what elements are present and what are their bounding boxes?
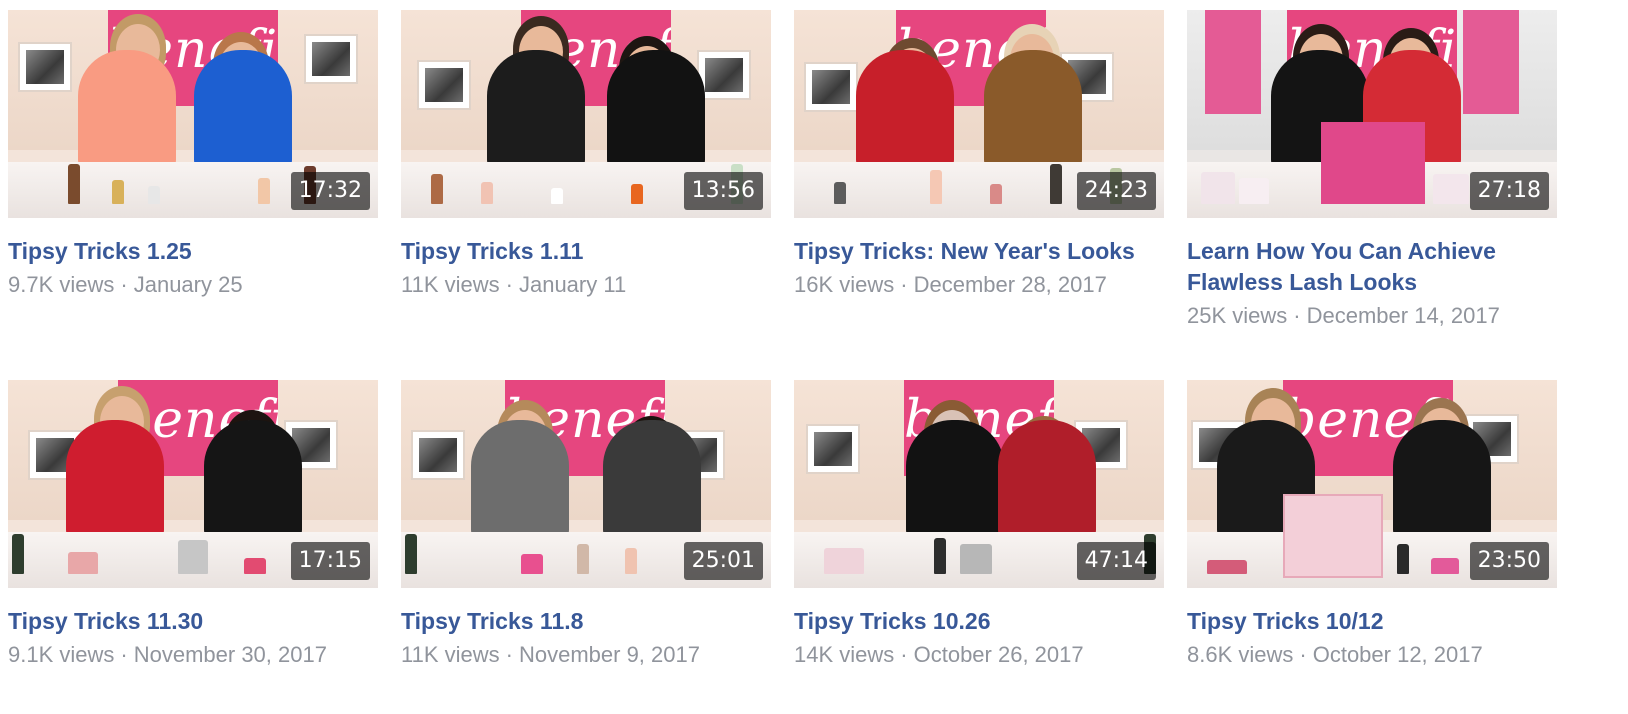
guest-figure <box>603 420 701 540</box>
video-title-link[interactable]: Tipsy Tricks 10/12 <box>1187 606 1557 637</box>
video-grid: benefit 17:32 Tipsy Tricks 1.25 9.7K vie… <box>0 0 1628 714</box>
video-thumbnail[interactable]: benefit 47:14 <box>794 380 1164 588</box>
view-count: 25K views <box>1187 303 1288 328</box>
publish-date: January 11 <box>518 272 627 297</box>
guest-figure <box>194 50 292 170</box>
view-count: 11K views <box>401 272 500 297</box>
guest-figure <box>1393 420 1491 540</box>
host-figure <box>78 50 176 170</box>
publish-date: January 25 <box>133 272 243 297</box>
wall-frame <box>417 60 471 110</box>
video-card[interactable]: benefit 27:18 Learn How You Can Achieve … <box>1187 10 1557 332</box>
video-card[interactable]: benefit 25:01 Tipsy Tricks 11.8 11K view… <box>401 380 771 671</box>
video-title-link[interactable]: Tipsy Tricks: New Year's Looks <box>794 236 1164 267</box>
poster-left <box>1205 10 1261 114</box>
video-thumbnail[interactable]: benefit 25:01 <box>401 380 771 588</box>
view-count: 16K views <box>794 272 895 297</box>
video-card[interactable]: benefit 13:56 Tipsy Tricks 1.11 11K view… <box>401 10 771 301</box>
wall-frame <box>806 424 860 474</box>
view-count: 14K views <box>794 642 895 667</box>
video-card[interactable]: benefit 24:23 Tipsy Tricks: New Year's L… <box>794 10 1164 301</box>
view-count: 11K views <box>401 642 500 667</box>
publish-date: October 12, 2017 <box>1312 642 1483 667</box>
guest-figure <box>998 420 1096 540</box>
guest-figure <box>204 420 302 540</box>
video-card[interactable]: benefit 17:32 Tipsy Tricks 1.25 9.7K vie… <box>8 10 378 301</box>
video-thumbnail[interactable]: benefit 17:15 <box>8 380 378 588</box>
video-thumbnail[interactable]: benefit 13:56 <box>401 10 771 218</box>
view-count: 9.7K views <box>8 272 115 297</box>
video-card[interactable]: benefit 47:14 Tipsy Tricks 10.26 14K vie… <box>794 380 1164 671</box>
meta-separator: · <box>505 272 513 297</box>
video-title-link[interactable]: Tipsy Tricks 11.30 <box>8 606 378 637</box>
host-figure <box>856 50 954 170</box>
host-figure <box>471 420 569 540</box>
wall-frame <box>18 42 72 92</box>
meta-separator: · <box>900 272 908 297</box>
wall-frame <box>411 430 465 480</box>
video-duration: 17:32 <box>290 172 370 210</box>
video-thumbnail[interactable]: benefit 27:18 <box>1187 10 1557 218</box>
video-meta: 11K views · January 11 <box>401 269 771 301</box>
video-title-link[interactable]: Tipsy Tricks 11.8 <box>401 606 771 637</box>
guest-figure <box>984 50 1082 170</box>
video-meta: 14K views · October 26, 2017 <box>794 639 1164 671</box>
video-meta: 25K views · December 14, 2017 <box>1187 300 1557 332</box>
video-card[interactable]: benefit 17:15 Tipsy Tricks 11.30 9.1K vi… <box>8 380 378 671</box>
publish-date: December 28, 2017 <box>913 272 1107 297</box>
video-duration: 27:18 <box>1469 172 1549 210</box>
meta-separator: · <box>1293 303 1301 328</box>
wall-frame <box>804 62 858 112</box>
video-title-link[interactable]: Tipsy Tricks 1.11 <box>401 236 771 267</box>
meta-separator: · <box>120 272 128 297</box>
video-title-link[interactable]: Tipsy Tricks 10.26 <box>794 606 1164 637</box>
poster-right <box>1463 10 1519 114</box>
video-thumbnail[interactable]: benefit 17:32 <box>8 10 378 218</box>
publish-date: November 9, 2017 <box>518 642 700 667</box>
video-thumbnail[interactable]: benefit 24:23 <box>794 10 1164 218</box>
video-title-link[interactable]: Learn How You Can Achieve Flawless Lash … <box>1187 236 1557 298</box>
video-duration: 17:15 <box>290 542 370 580</box>
host-figure <box>906 420 1004 540</box>
host-figure <box>487 50 585 170</box>
meta-separator: · <box>505 642 513 667</box>
wall-frame <box>697 50 751 100</box>
video-duration: 24:23 <box>1076 172 1156 210</box>
guest-figure <box>607 50 705 170</box>
video-duration: 47:14 <box>1076 542 1156 580</box>
video-meta: 9.1K views · November 30, 2017 <box>8 639 378 671</box>
meta-separator: · <box>1299 642 1307 667</box>
video-card[interactable]: benefit 23:50 Tipsy Tricks 10/12 8.6K vi… <box>1187 380 1557 671</box>
video-meta: 11K views · November 9, 2017 <box>401 639 771 671</box>
meta-separator: · <box>900 642 908 667</box>
host-figure <box>66 420 164 540</box>
view-count: 8.6K views <box>1187 642 1294 667</box>
publish-date: October 26, 2017 <box>913 642 1084 667</box>
video-thumbnail[interactable]: benefit 23:50 <box>1187 380 1557 588</box>
video-meta: 16K views · December 28, 2017 <box>794 269 1164 301</box>
publish-date: December 14, 2017 <box>1306 303 1500 328</box>
video-duration: 25:01 <box>683 542 763 580</box>
video-title-link[interactable]: Tipsy Tricks 1.25 <box>8 236 378 267</box>
wall-frame <box>304 34 358 84</box>
view-count: 9.1K views <box>8 642 115 667</box>
publish-date: November 30, 2017 <box>133 642 327 667</box>
video-duration: 13:56 <box>683 172 763 210</box>
video-duration: 23:50 <box>1469 542 1549 580</box>
meta-separator: · <box>120 642 128 667</box>
video-meta: 8.6K views · October 12, 2017 <box>1187 639 1557 671</box>
video-meta: 9.7K views · January 25 <box>8 269 378 301</box>
